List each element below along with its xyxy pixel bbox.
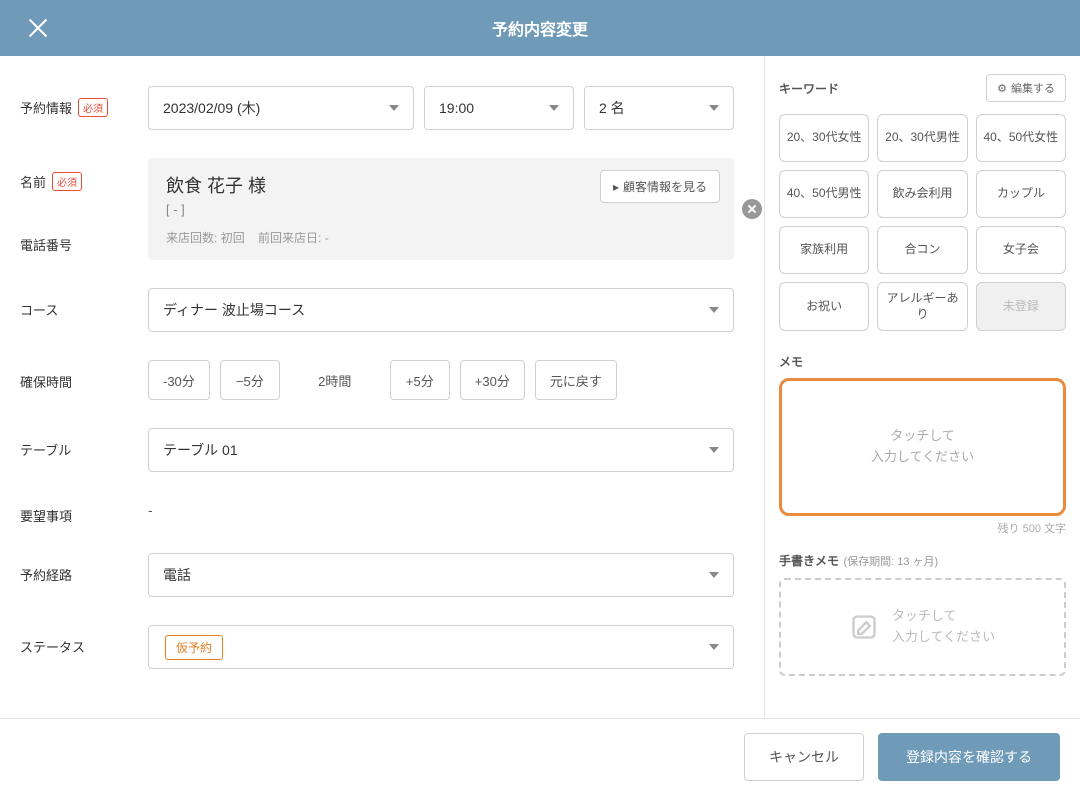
duration-minus5-button[interactable]: −5分	[220, 360, 280, 400]
label-phone: 電話番号	[20, 223, 148, 254]
chevron-down-icon	[709, 307, 719, 313]
edit-keywords-button[interactable]: ⚙ 編集する	[986, 74, 1066, 102]
label-course: コース	[20, 288, 148, 319]
label-status: ステータス	[20, 625, 148, 656]
required-badge: 必須	[52, 172, 82, 191]
keyword-chip[interactable]: 飲み会利用	[877, 170, 967, 218]
keyword-chip[interactable]: 20、30代男性	[877, 114, 967, 162]
memo-title: メモ	[779, 353, 1066, 370]
customer-card: 飲食 花子 様 [ - ] 来店回数: 初回 前回来店日: - ▸ 顧客情報を見…	[148, 158, 734, 260]
label-reservation-info: 予約情報 必須	[20, 86, 148, 117]
route-select[interactable]: 電話	[148, 553, 734, 597]
chevron-down-icon	[549, 105, 559, 111]
memo-input[interactable]: タッチして 入力してください	[779, 378, 1066, 516]
duration-plus5-button[interactable]: +5分	[390, 360, 450, 400]
modal-title: 予約内容変更	[492, 16, 588, 40]
label-table: テーブル	[20, 428, 148, 459]
course-select[interactable]: ディナー 波止場コース	[148, 288, 734, 332]
requests-value: -	[148, 500, 734, 518]
keyword-chip[interactable]: 合コン	[877, 226, 967, 274]
keyword-chip: 未登録	[976, 282, 1066, 331]
customer-visit-info: 来店回数: 初回 前回来店日: -	[166, 229, 716, 246]
chevron-down-icon	[709, 105, 719, 111]
duration-minus30-button[interactable]: -30分	[148, 360, 210, 400]
side-panel: キーワード ⚙ 編集する 20、30代女性20、30代男性40、50代女性 40、…	[764, 56, 1080, 718]
label-name: 名前 必須	[20, 158, 148, 191]
keyword-chip[interactable]: 家族利用	[779, 226, 869, 274]
time-select[interactable]: 19:00	[424, 86, 574, 130]
memo-remaining: 残り 500 文字	[779, 520, 1066, 536]
modal-header: 予約内容変更	[0, 0, 1080, 56]
required-badge: 必須	[78, 98, 108, 117]
customer-info-button[interactable]: ▸ 顧客情報を見る	[600, 170, 720, 203]
keyword-chip[interactable]: 40、50代男性	[779, 170, 869, 218]
handwrite-title: 手書きメモ	[779, 554, 839, 568]
keyword-chip[interactable]: お祝い	[779, 282, 869, 331]
chevron-down-icon	[709, 572, 719, 578]
gear-icon: ⚙	[997, 82, 1007, 95]
table-select[interactable]: テーブル 01	[148, 428, 734, 472]
keyword-chip[interactable]: アレルギーあり	[877, 282, 967, 331]
duration-reset-button[interactable]: 元に戻す	[535, 360, 617, 400]
pencil-icon	[850, 613, 878, 641]
date-select[interactable]: 2023/02/09 (木)	[148, 86, 414, 130]
label-requests: 要望事項	[20, 500, 148, 525]
keyword-chip[interactable]: 女子会	[976, 226, 1066, 274]
clear-customer-icon[interactable]	[742, 199, 762, 219]
keyword-chip[interactable]: 40、50代女性	[976, 114, 1066, 162]
chevron-down-icon	[709, 447, 719, 453]
footer: キャンセル 登録内容を確認する	[0, 718, 1080, 794]
chevron-down-icon	[389, 105, 399, 111]
label-duration: 確保時間	[20, 360, 148, 391]
label-route: 予約経路	[20, 553, 148, 584]
main-panel: 予約情報 必須 2023/02/09 (木) 19:00 2 名	[0, 56, 764, 718]
handwrite-note: (保存期間: 13 ヶ月)	[843, 556, 938, 568]
status-badge: 仮予約	[165, 635, 223, 660]
cancel-button[interactable]: キャンセル	[744, 733, 864, 781]
handwrite-input[interactable]: タッチして 入力してください	[779, 578, 1066, 676]
keywords-title: キーワード	[779, 80, 839, 97]
duration-display: 2時間	[290, 360, 380, 400]
party-select[interactable]: 2 名	[584, 86, 734, 130]
keyword-chip[interactable]: 20、30代女性	[779, 114, 869, 162]
caret-right-icon: ▸	[613, 180, 619, 194]
customer-kana: [ - ]	[166, 202, 716, 217]
confirm-button[interactable]: 登録内容を確認する	[878, 733, 1060, 781]
chevron-down-icon	[709, 644, 719, 650]
duration-plus30-button[interactable]: +30分	[460, 360, 525, 400]
status-select[interactable]: 仮予約	[148, 625, 734, 669]
keyword-chip[interactable]: カップル	[976, 170, 1066, 218]
close-icon[interactable]	[28, 18, 48, 38]
